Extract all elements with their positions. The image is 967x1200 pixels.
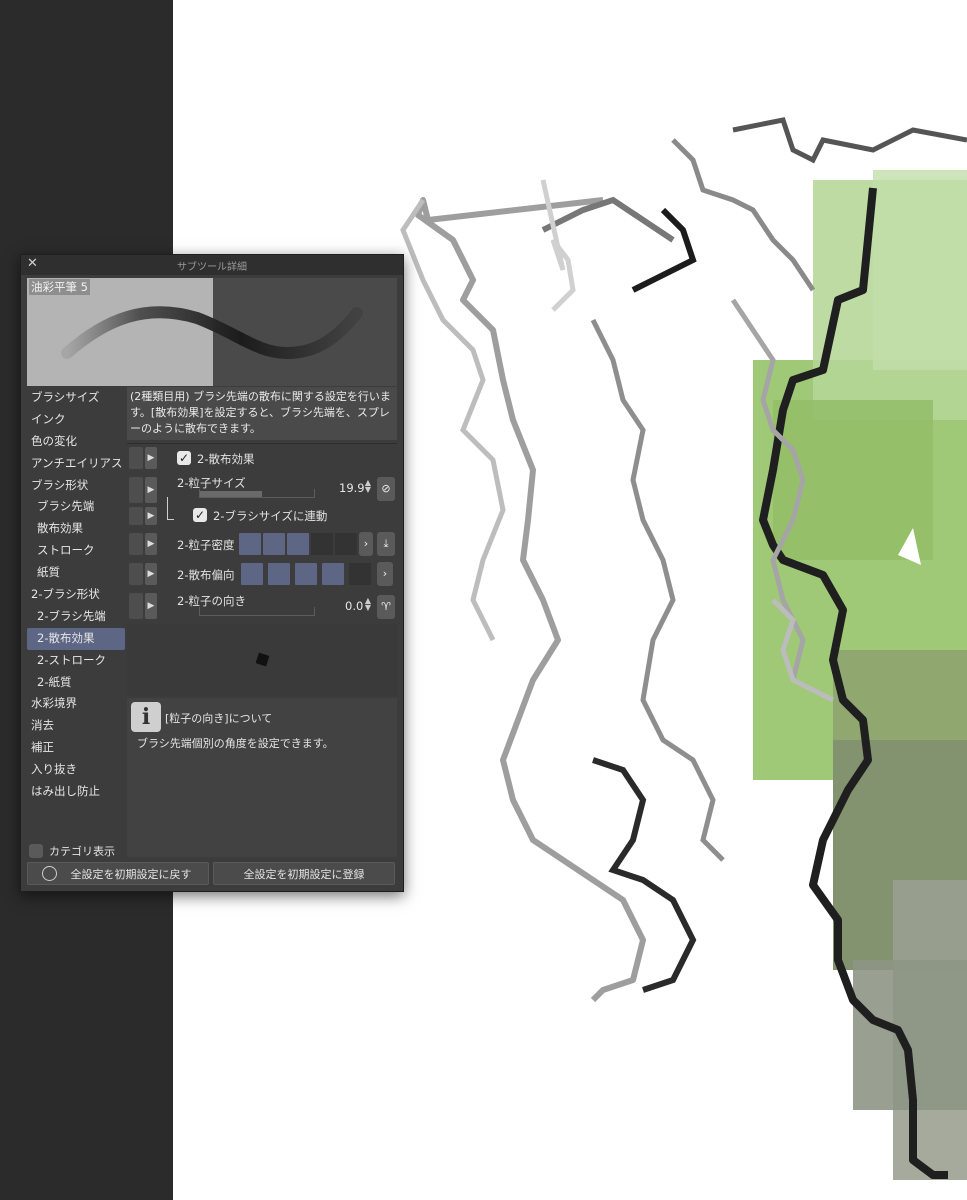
category-2-stroke[interactable]: 2-ストローク — [27, 650, 125, 672]
show-in-tool-property-toggle[interactable] — [129, 447, 143, 469]
level-segment[interactable] — [263, 533, 285, 555]
show-in-tool-property-toggle[interactable] — [129, 507, 143, 525]
row-particle-direction: ▶ 2-粒子の向き 0.0 ▲ ▼ ♈ — [127, 591, 397, 621]
category-2-paper-texture[interactable]: 2-紙質 — [27, 672, 125, 694]
category-display-checkbox[interactable] — [29, 844, 43, 858]
reset-icon — [42, 866, 57, 881]
chevron-right-icon[interactable]: › — [359, 532, 373, 556]
divider — [127, 443, 397, 444]
level-segment[interactable] — [335, 533, 357, 555]
reset-all-button[interactable]: 全設定を初期設定に戻す — [27, 862, 209, 885]
expand-arrow-icon[interactable]: ▶ — [145, 593, 157, 619]
help-heading: [粒子の向き]について — [165, 712, 273, 725]
particle-preview — [127, 624, 397, 696]
link-brush-size-label: 2-ブラシサイズに連動 — [213, 509, 328, 523]
subtool-detail-panel: ✕ サブツール詳細 油彩平筆 5 ブラシサイズ インク 色の変化 アンチエイリア… — [20, 254, 404, 892]
brush-name: 油彩平筆 5 — [29, 279, 90, 295]
help-body: ブラシ先端個別の角度を設定できます。 — [137, 737, 334, 750]
level-segment[interactable] — [311, 533, 333, 555]
category-brush-size[interactable]: ブラシサイズ — [27, 387, 125, 409]
category-description: (2種類目用) ブラシ先端の散布に関する設定を行います。[散布効果]を設定すると… — [127, 387, 397, 440]
row-link-brush-size: ▶ ✓ 2-ブラシサイズに連動 — [127, 497, 397, 529]
particle-size-value[interactable]: 19.9 — [339, 481, 365, 495]
particle-direction-value[interactable]: 0.0 — [345, 599, 363, 613]
category-display-label: カテゴリ表示 — [49, 845, 115, 858]
link-brush-size-checkbox[interactable]: ✓ — [193, 508, 207, 522]
show-in-tool-property-toggle[interactable] — [129, 563, 143, 585]
expand-arrow-icon[interactable]: ▶ — [145, 447, 157, 469]
category-overflow-prevention[interactable]: はみ出し防止 — [27, 781, 125, 803]
level-segment[interactable] — [241, 563, 263, 585]
level-segment[interactable] — [268, 563, 290, 585]
info-icon: i — [131, 702, 161, 732]
category-2-scatter-effect[interactable]: 2-散布効果 — [27, 627, 125, 650]
row-particle-density: ▶ 2-粒子密度 › ⤓ — [127, 531, 397, 557]
row-scatter-bias: ▶ 2-散布偏向 › — [127, 561, 397, 587]
category-display-toggle[interactable]: カテゴリ表示 — [29, 843, 115, 859]
show-in-tool-property-toggle[interactable] — [129, 593, 143, 619]
category-list: ブラシサイズ インク 色の変化 アンチエイリアス ブラシ形状 ブラシ先端 散布効… — [27, 387, 125, 857]
category-color-change[interactable]: 色の変化 — [27, 431, 125, 453]
settings-pane: (2種類目用) ブラシ先端の散布に関する設定を行います。[散布効果]を設定すると… — [127, 387, 397, 857]
expand-arrow-icon[interactable]: ▶ — [145, 507, 157, 525]
help-info: i [粒子の向き]について ブラシ先端個別の角度を設定できます。 — [127, 698, 397, 857]
brush-preview: 油彩平筆 5 — [27, 278, 397, 386]
chevron-right-icon[interactable]: › — [377, 562, 393, 586]
register-defaults-label: 全設定を初期設定に登録 — [243, 868, 365, 881]
link-bracket — [167, 497, 174, 520]
panel-title: サブツール詳細 — [177, 262, 247, 273]
panel-footer: 全設定を初期設定に戻す 全設定を初期設定に登録 — [27, 862, 397, 886]
category-stroke[interactable]: ストローク — [27, 540, 125, 562]
panel-titlebar[interactable]: ✕ サブツール詳細 — [21, 255, 403, 275]
category-2-brush-tip[interactable]: 2-ブラシ先端 — [27, 606, 125, 628]
category-scatter-effect[interactable]: 散布効果 — [27, 518, 125, 540]
category-paper-texture[interactable]: 紙質 — [27, 562, 125, 584]
expand-arrow-icon[interactable]: ▶ — [145, 533, 157, 555]
register-defaults-button[interactable]: 全設定を初期設定に登録 — [213, 862, 395, 885]
particle-direction-slider[interactable] — [199, 607, 315, 616]
category-brush-tip[interactable]: ブラシ先端 — [27, 496, 125, 518]
category-correction[interactable]: 補正 — [27, 737, 125, 759]
level-segment[interactable] — [295, 563, 317, 585]
level-segment[interactable] — [287, 533, 309, 555]
category-2-brush-shape[interactable]: 2-ブラシ形状 — [27, 584, 125, 606]
spin-updown-icon[interactable]: ▲ ▼ — [363, 479, 373, 494]
scatter-effect-label: 2-散布効果 — [197, 452, 255, 466]
download-icon[interactable]: ⤓ — [377, 532, 395, 556]
pressure-curve-icon[interactable]: ♈ — [377, 595, 395, 619]
expand-arrow-icon[interactable]: ▶ — [145, 563, 157, 585]
category-erase[interactable]: 消去 — [27, 715, 125, 737]
category-antialiasing[interactable]: アンチエイリアス — [27, 453, 125, 475]
category-start-end[interactable]: 入り抜き — [27, 759, 125, 781]
row-scatter-effect: ▶ ✓ 2-散布効果 — [127, 445, 397, 471]
spin-updown-icon[interactable]: ▲ ▼ — [363, 597, 373, 612]
particle-shape — [255, 652, 270, 667]
reset-all-label: 全設定を初期設定に戻す — [70, 868, 192, 881]
show-in-tool-property-toggle[interactable] — [129, 533, 143, 555]
show-in-tool-property-toggle[interactable] — [129, 477, 143, 503]
category-brush-shape[interactable]: ブラシ形状 — [27, 475, 125, 497]
pressure-settings-icon[interactable]: ⊘ — [377, 477, 395, 501]
category-ink[interactable]: インク — [27, 409, 125, 431]
category-watercolor-edge[interactable]: 水彩境界 — [27, 693, 125, 715]
scatter-bias-label: 2-散布偏向 — [177, 568, 235, 582]
expand-arrow-icon[interactable]: ▶ — [145, 477, 157, 503]
level-segment[interactable] — [322, 563, 344, 585]
level-segment[interactable] — [349, 563, 371, 585]
particle-density-label: 2-粒子密度 — [177, 538, 235, 552]
particle-size-slider-fill — [200, 491, 262, 497]
scatter-effect-checkbox[interactable]: ✓ — [177, 451, 191, 465]
particle-size-slider[interactable] — [199, 489, 315, 498]
level-segment[interactable] — [239, 533, 261, 555]
